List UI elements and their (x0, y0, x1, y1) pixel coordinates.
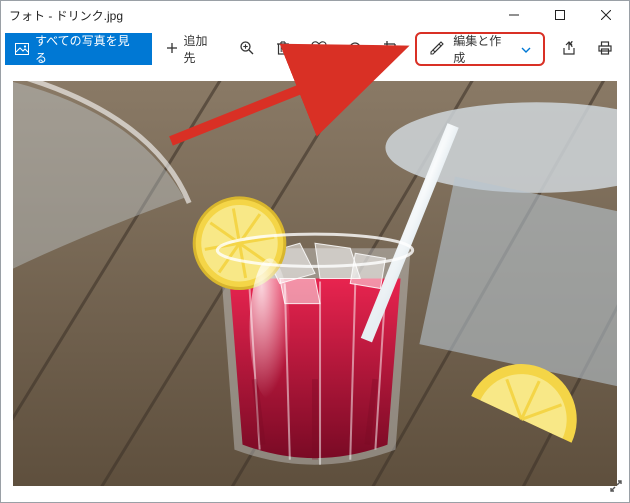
rotate-button[interactable] (337, 31, 373, 67)
printer-icon (597, 40, 613, 59)
edit-create-button[interactable]: 編集と作成 (417, 34, 543, 64)
zoom-button[interactable] (229, 31, 265, 67)
chevron-down-icon (521, 42, 531, 56)
share-button[interactable] (551, 31, 587, 67)
toolbar: すべての写真を見る 追加先 (1, 29, 629, 69)
window-controls (491, 1, 629, 29)
heart-icon (311, 41, 327, 58)
photo-content[interactable] (13, 81, 617, 486)
magnifier-plus-icon (239, 40, 255, 59)
delete-button[interactable] (265, 31, 301, 67)
close-button[interactable] (583, 1, 629, 29)
add-to-button[interactable]: 追加先 (156, 33, 230, 65)
print-button[interactable] (587, 31, 623, 67)
crop-icon (383, 40, 399, 59)
window-title: フォト - ドリンク.jpg (9, 7, 491, 24)
add-to-label: 追加先 (184, 32, 220, 66)
rotate-icon (347, 40, 363, 59)
see-all-photos-label: すべての写真を見る (35, 32, 142, 66)
maximize-button[interactable] (537, 1, 583, 29)
edit-create-label: 編集と作成 (453, 32, 513, 66)
minimize-button[interactable] (491, 1, 537, 29)
see-all-photos-button[interactable]: すべての写真を見る (5, 33, 152, 65)
photo-collection-icon (15, 43, 29, 55)
crop-button[interactable] (373, 31, 409, 67)
favorite-button[interactable] (301, 31, 337, 67)
edit-create-highlight: 編集と作成 (415, 32, 545, 66)
share-icon (561, 40, 577, 59)
photo-viewer (1, 69, 629, 502)
edit-tools-icon (429, 40, 445, 59)
title-bar: フォト - ドリンク.jpg (1, 1, 629, 29)
resize-handle-icon[interactable] (609, 479, 623, 496)
trash-icon (276, 40, 290, 59)
plus-icon (166, 42, 178, 57)
